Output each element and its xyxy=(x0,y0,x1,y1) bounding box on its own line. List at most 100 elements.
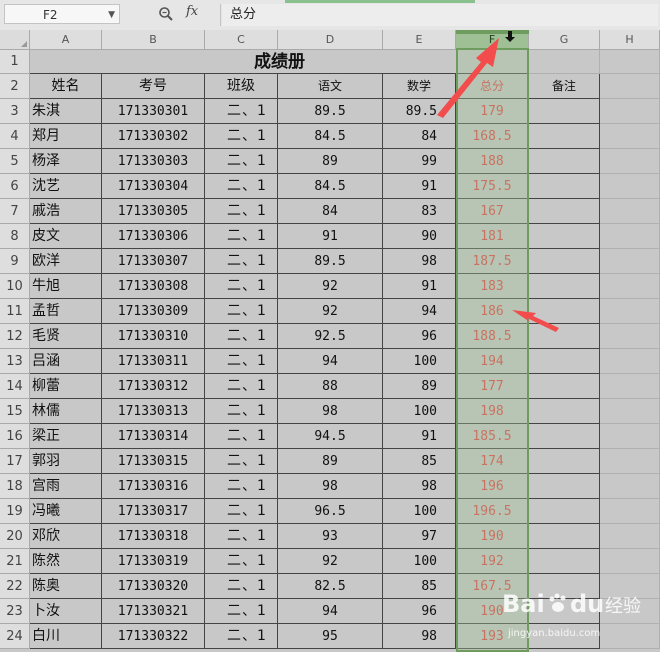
student-id[interactable]: 171330314 xyxy=(102,424,205,449)
chinese-score[interactable]: 94 xyxy=(278,599,383,624)
remark-cell[interactable] xyxy=(529,174,600,199)
student-name[interactable]: 欧洋 xyxy=(30,249,102,274)
remark-cell[interactable] xyxy=(529,299,600,324)
cell-g1[interactable] xyxy=(529,50,600,74)
total-score[interactable]: 188.5 xyxy=(456,324,529,349)
math-score[interactable]: 97 xyxy=(383,524,456,549)
cell-h[interactable] xyxy=(600,199,660,224)
header-cell-2[interactable]: 考号 xyxy=(102,74,205,99)
student-name[interactable]: 郑月 xyxy=(30,124,102,149)
remark-cell[interactable] xyxy=(529,274,600,299)
cell-h[interactable] xyxy=(600,274,660,299)
cell-h[interactable] xyxy=(600,324,660,349)
chinese-score[interactable]: 94 xyxy=(278,349,383,374)
row-header-22[interactable]: 22 xyxy=(0,574,30,599)
math-score[interactable]: 94 xyxy=(383,299,456,324)
row-header-1[interactable]: 1 xyxy=(0,50,30,74)
student-name[interactable]: 白川 xyxy=(30,624,102,649)
class-cell[interactable]: 二、1 xyxy=(205,224,278,249)
row-header-11[interactable]: 11 xyxy=(0,299,30,324)
class-cell[interactable]: 二、1 xyxy=(205,449,278,474)
cell-h[interactable] xyxy=(600,299,660,324)
chinese-score[interactable]: 94.5 xyxy=(278,424,383,449)
student-name[interactable]: 陈然 xyxy=(30,549,102,574)
class-cell[interactable]: 二、1 xyxy=(205,274,278,299)
row-header-16[interactable]: 16 xyxy=(0,424,30,449)
row-header-4[interactable]: 4 xyxy=(0,124,30,149)
row-header-13[interactable]: 13 xyxy=(0,349,30,374)
row-header-17[interactable]: 17 xyxy=(0,449,30,474)
total-score[interactable]: 192 xyxy=(456,549,529,574)
total-score[interactable]: 198 xyxy=(456,399,529,424)
cell-h[interactable] xyxy=(600,99,660,124)
chinese-score[interactable]: 92 xyxy=(278,299,383,324)
cell-h[interactable] xyxy=(600,549,660,574)
remark-cell[interactable] xyxy=(529,199,600,224)
class-cell[interactable]: 二、1 xyxy=(205,299,278,324)
fx-icon[interactable]: fx xyxy=(186,4,198,19)
cell-h[interactable] xyxy=(600,124,660,149)
student-id[interactable]: 171330303 xyxy=(102,149,205,174)
total-score[interactable]: 185.5 xyxy=(456,424,529,449)
student-name[interactable]: 卜汝 xyxy=(30,599,102,624)
class-cell[interactable]: 二、1 xyxy=(205,574,278,599)
student-name[interactable]: 林儒 xyxy=(30,399,102,424)
student-name[interactable]: 陈奥 xyxy=(30,574,102,599)
total-score[interactable]: 175.5 xyxy=(456,174,529,199)
chinese-score[interactable]: 82.5 xyxy=(278,574,383,599)
chinese-score[interactable]: 89 xyxy=(278,449,383,474)
chinese-score[interactable]: 89 xyxy=(278,149,383,174)
remark-cell[interactable] xyxy=(529,324,600,349)
column-header-e[interactable]: E xyxy=(383,30,456,50)
row-header-14[interactable]: 14 xyxy=(0,374,30,399)
student-id[interactable]: 171330317 xyxy=(102,499,205,524)
student-id[interactable]: 171330322 xyxy=(102,624,205,649)
class-cell[interactable]: 二、1 xyxy=(205,474,278,499)
student-name[interactable]: 沈艺 xyxy=(30,174,102,199)
column-header-c[interactable]: C xyxy=(205,30,278,50)
remark-cell[interactable] xyxy=(529,549,600,574)
math-score[interactable]: 91 xyxy=(383,174,456,199)
math-score[interactable]: 96 xyxy=(383,324,456,349)
class-cell[interactable]: 二、1 xyxy=(205,424,278,449)
math-score[interactable]: 91 xyxy=(383,274,456,299)
chinese-score[interactable]: 89.5 xyxy=(278,249,383,274)
class-cell[interactable]: 二、1 xyxy=(205,99,278,124)
row-header-2[interactable]: 2 xyxy=(0,74,30,99)
chinese-score[interactable]: 92 xyxy=(278,549,383,574)
remark-cell[interactable] xyxy=(529,149,600,174)
student-id[interactable]: 171330301 xyxy=(102,99,205,124)
student-name[interactable]: 皮文 xyxy=(30,224,102,249)
math-score[interactable]: 98 xyxy=(383,474,456,499)
total-score[interactable]: 181 xyxy=(456,224,529,249)
row-header-24[interactable]: 24 xyxy=(0,624,30,649)
class-cell[interactable]: 二、1 xyxy=(205,124,278,149)
student-id[interactable]: 171330311 xyxy=(102,349,205,374)
class-cell[interactable]: 二、1 xyxy=(205,374,278,399)
remark-cell[interactable] xyxy=(529,399,600,424)
chinese-score[interactable]: 93 xyxy=(278,524,383,549)
student-id[interactable]: 171330315 xyxy=(102,449,205,474)
row-header-10[interactable]: 10 xyxy=(0,274,30,299)
chinese-score[interactable]: 92 xyxy=(278,274,383,299)
header-cell-5[interactable]: 数学 xyxy=(383,74,456,99)
column-header-a[interactable]: A xyxy=(30,30,102,50)
math-score[interactable]: 83 xyxy=(383,199,456,224)
class-cell[interactable]: 二、1 xyxy=(205,624,278,649)
chinese-score[interactable]: 91 xyxy=(278,224,383,249)
total-score[interactable]: 194 xyxy=(456,349,529,374)
math-score[interactable]: 89.5 xyxy=(383,99,456,124)
cell-h[interactable] xyxy=(600,174,660,199)
row-header-21[interactable]: 21 xyxy=(0,549,30,574)
math-score[interactable]: 85 xyxy=(383,574,456,599)
remark-cell[interactable] xyxy=(529,449,600,474)
student-name[interactable]: 郭羽 xyxy=(30,449,102,474)
total-score[interactable]: 168.5 xyxy=(456,124,529,149)
zoom-icon[interactable] xyxy=(158,6,174,22)
chinese-score[interactable]: 84 xyxy=(278,199,383,224)
chinese-score[interactable]: 95 xyxy=(278,624,383,649)
class-cell[interactable]: 二、1 xyxy=(205,599,278,624)
class-cell[interactable]: 二、1 xyxy=(205,324,278,349)
student-id[interactable]: 171330307 xyxy=(102,249,205,274)
total-score[interactable]: 186 xyxy=(456,299,529,324)
